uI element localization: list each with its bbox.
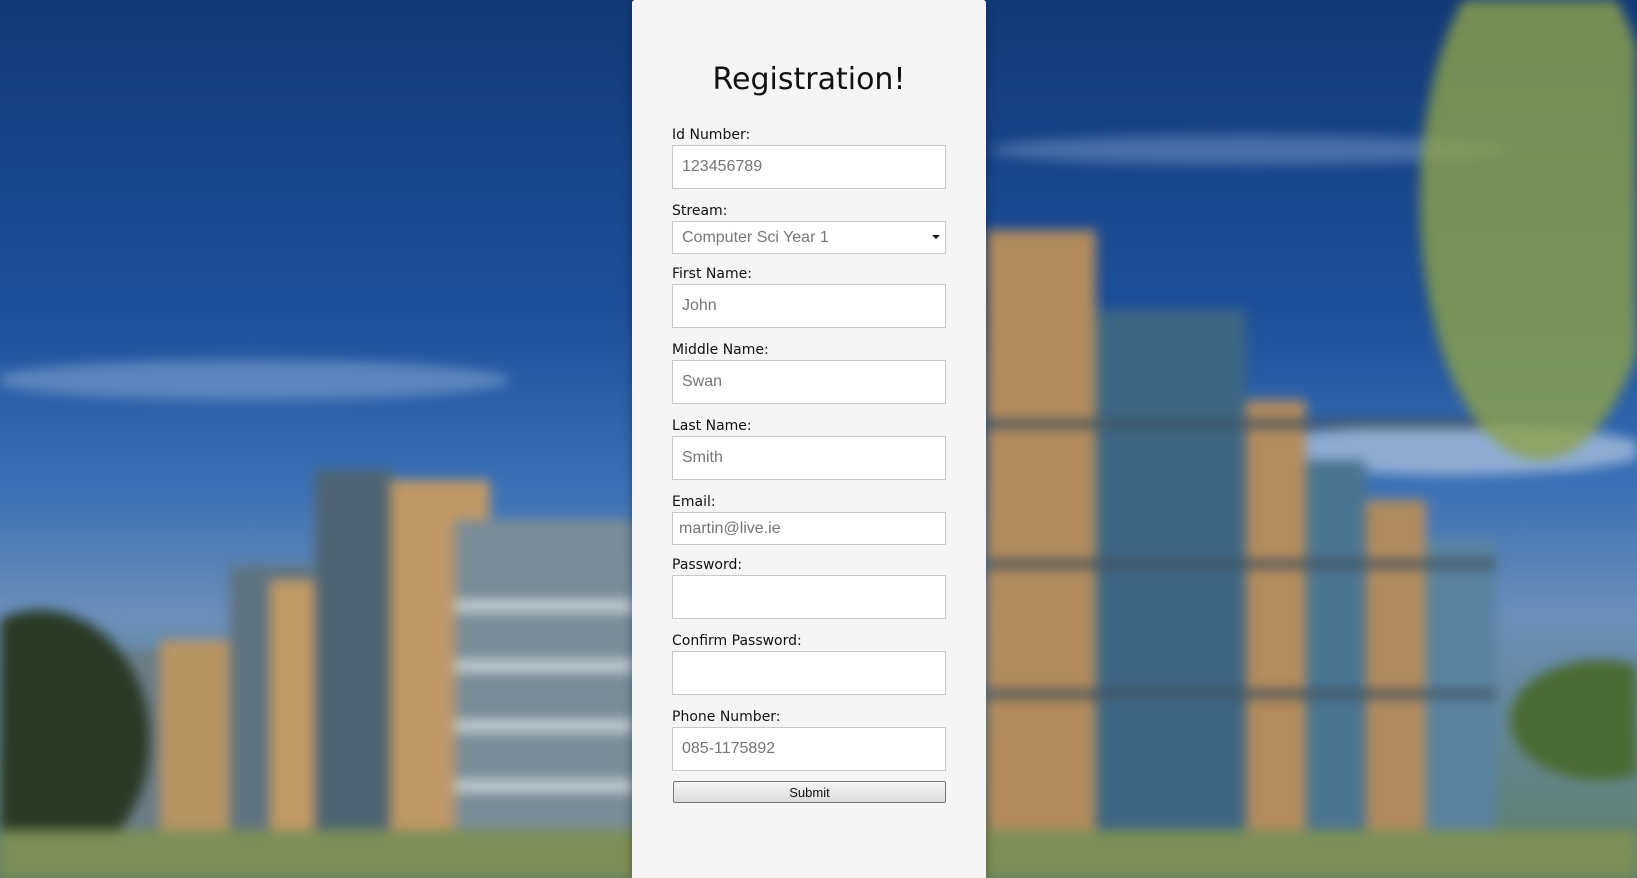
registration-panel: Registration! Id Number: Stream: Compute… bbox=[632, 0, 986, 878]
stream-label: Stream: bbox=[672, 203, 728, 219]
phone-number-input[interactable] bbox=[672, 727, 946, 771]
password-input[interactable] bbox=[672, 575, 946, 619]
confirm-password-label: Confirm Password: bbox=[672, 633, 802, 649]
last-name-field: Last Name: bbox=[672, 416, 946, 480]
chevron-down-icon bbox=[932, 235, 940, 239]
email-label: Email: bbox=[672, 494, 716, 510]
last-name-label: Last Name: bbox=[672, 418, 752, 434]
middle-name-label: Middle Name: bbox=[672, 342, 769, 358]
page-title: Registration! bbox=[712, 62, 906, 97]
id-number-field: Id Number: bbox=[672, 125, 946, 189]
last-name-input[interactable] bbox=[672, 436, 946, 480]
email-input[interactable] bbox=[672, 512, 946, 545]
phone-number-label: Phone Number: bbox=[672, 709, 781, 725]
confirm-password-field: Confirm Password: bbox=[672, 631, 946, 695]
stream-select[interactable]: Computer Sci Year 1 bbox=[672, 221, 946, 254]
stream-select-value: Computer Sci Year 1 bbox=[682, 229, 829, 246]
id-number-input[interactable] bbox=[672, 145, 946, 189]
stream-field: Stream: Computer Sci Year 1 bbox=[672, 201, 946, 254]
middle-name-field: Middle Name: bbox=[672, 340, 946, 404]
email-field: Email: bbox=[672, 492, 946, 545]
middle-name-input[interactable] bbox=[672, 360, 946, 404]
password-field: Password: bbox=[672, 555, 946, 619]
password-label: Password: bbox=[672, 557, 743, 573]
submit-button[interactable]: Submit bbox=[673, 781, 946, 803]
first-name-input[interactable] bbox=[672, 284, 946, 328]
id-number-label: Id Number: bbox=[672, 127, 751, 143]
first-name-field: First Name: bbox=[672, 264, 946, 328]
phone-number-field: Phone Number: bbox=[672, 707, 946, 771]
first-name-label: First Name: bbox=[672, 266, 752, 282]
registration-form: Id Number: Stream: Computer Sci Year 1 F… bbox=[672, 125, 946, 803]
confirm-password-input[interactable] bbox=[672, 651, 946, 695]
